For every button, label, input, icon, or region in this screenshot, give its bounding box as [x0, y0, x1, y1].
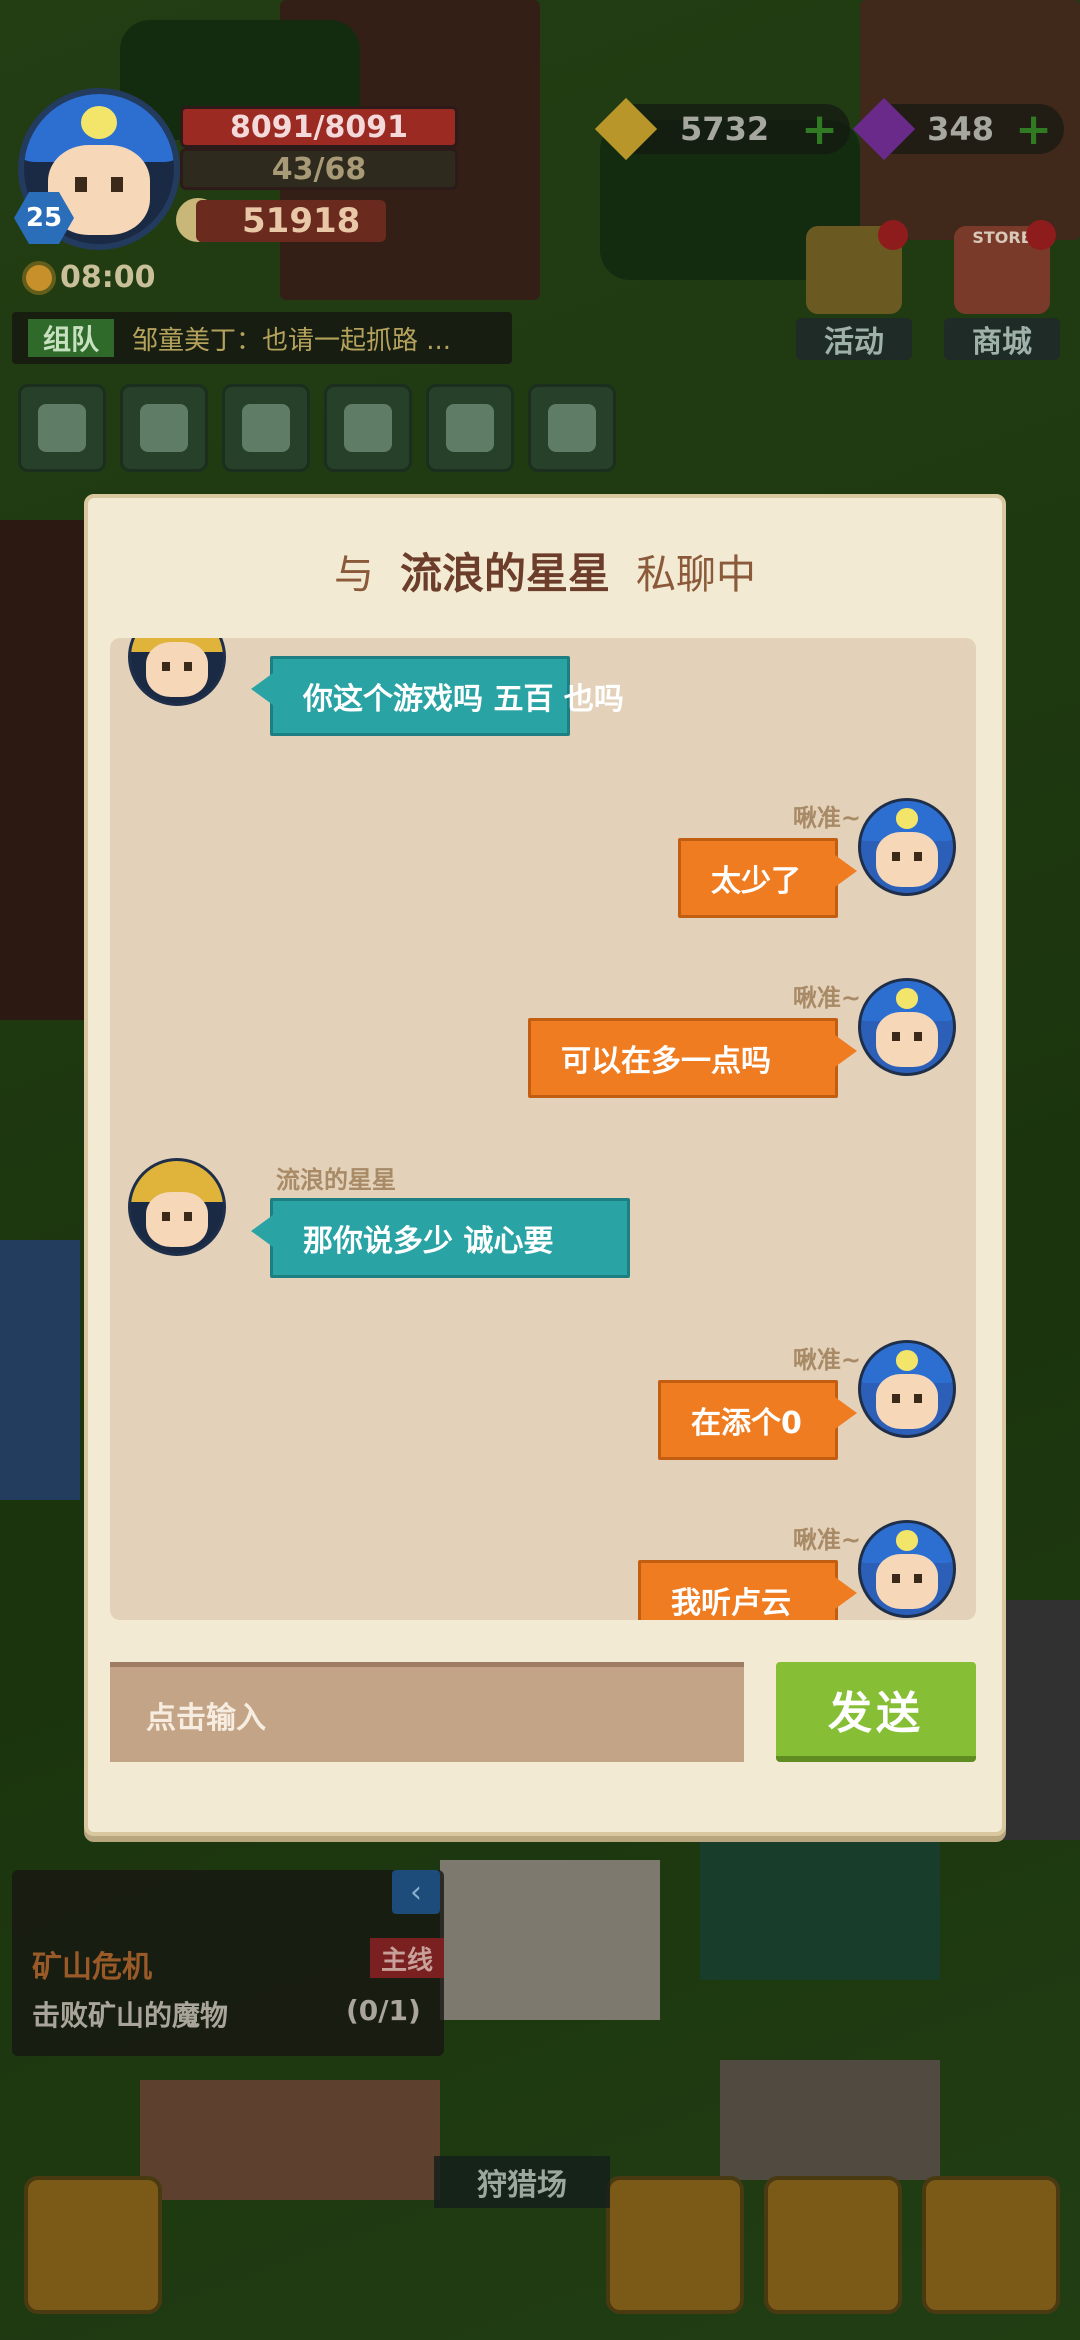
notification-dot — [878, 220, 908, 250]
chat-input[interactable]: 点击输入 — [110, 1662, 744, 1762]
map-button[interactable] — [426, 384, 514, 472]
events-button[interactable]: 活动 — [796, 220, 912, 360]
chat-button[interactable] — [324, 384, 412, 472]
quick-action-bar — [18, 384, 616, 472]
notification-dot — [1026, 220, 1056, 250]
partner-avatar[interactable] — [128, 1158, 226, 1256]
team-message: 邹童美丁：也请一起抓路 ... — [132, 325, 452, 356]
my-avatar[interactable] — [858, 798, 956, 896]
gem-amount: 348 — [927, 110, 994, 148]
add-gold-icon[interactable]: + — [801, 104, 838, 155]
chat-message-list[interactable]: 你这个游戏吗 五百 也吗 啾准~ 太少了 啾准~ 可以在多一点吗 流浪的星星 那… — [110, 638, 976, 1620]
quest-description: 击败矿山的魔物 — [32, 1999, 229, 2032]
partner-avatar[interactable] — [128, 638, 226, 706]
message-bubble: 我听卢云 — [638, 1560, 857, 1620]
gold-currency[interactable]: 5732 + — [594, 97, 850, 161]
private-chat-dialog: 与流浪的星星 私聊中 你这个游戏吗 五百 也吗 啾准~ 太少了 啾准~ 可以在多一… — [84, 494, 1006, 1836]
sun-icon — [26, 264, 52, 291]
partner-name: 流浪的星星 — [399, 549, 610, 598]
coin-counter: 51918 — [196, 200, 386, 242]
sender-name: 流浪的星星 — [276, 1166, 396, 1194]
message-bubble: 可以在多一点吗 — [528, 1018, 857, 1098]
clipboard-button[interactable] — [528, 384, 616, 472]
add-gem-icon[interactable]: + — [1015, 104, 1052, 155]
backpack-button[interactable] — [922, 2176, 1060, 2314]
team-tag: 组队 — [28, 319, 114, 357]
sender-name: 啾准~ — [792, 984, 861, 1012]
expand-icon — [38, 404, 86, 452]
my-avatar[interactable] — [858, 1520, 956, 1618]
clipboard-icon — [548, 404, 596, 452]
store-label: 商城 — [944, 318, 1060, 360]
build-button[interactable] — [24, 2176, 162, 2314]
map-icon — [446, 404, 494, 452]
my-avatar[interactable] — [858, 978, 956, 1076]
message-bubble: 太少了 — [678, 838, 857, 918]
my-avatar[interactable] — [858, 1340, 956, 1438]
quest-progress: (0/1) — [346, 1994, 421, 2027]
gem-currency[interactable]: 348 + — [852, 97, 1064, 161]
send-button[interactable]: 发送 — [776, 1662, 976, 1762]
store-button[interactable]: STORE 商城 — [944, 220, 1060, 360]
mail-icon — [140, 404, 188, 452]
events-label: 活动 — [796, 318, 912, 360]
quest-panel[interactable]: ‹ 矿山危机 主线 击败矿山的魔物 (0/1) — [12, 1870, 444, 2056]
chat-title: 与流浪的星星 私聊中 — [88, 540, 1002, 601]
energy-bar: 43/68 — [180, 148, 458, 190]
message-bubble: 在添个0 — [658, 1380, 857, 1460]
sender-name: 啾准~ — [792, 804, 861, 832]
companion-button[interactable] — [764, 2176, 902, 2314]
mail-button[interactable] — [120, 384, 208, 472]
sender-name: 啾准~ — [792, 1346, 861, 1374]
fullscreen-button[interactable] — [18, 384, 106, 472]
quest-type-tag: 主线 — [370, 1938, 444, 1978]
title-suffix: 私聊中 — [636, 552, 756, 598]
hunting-ground-label[interactable]: 狩猎场 — [434, 2156, 610, 2208]
bottom-action-bar — [0, 2120, 1080, 2340]
hp-bar: 8091/8091 — [180, 106, 458, 148]
chat-bubble-icon — [344, 404, 392, 452]
friends-icon — [242, 404, 290, 452]
clock-time: 08:00 — [60, 260, 156, 295]
game-clock: 08:00 — [26, 260, 156, 295]
gold-amount: 5732 — [680, 110, 770, 148]
message-bubble: 你这个游戏吗 五百 也吗 — [251, 656, 624, 736]
sender-name: 啾准~ — [792, 1526, 861, 1554]
collapse-chevron-icon[interactable]: ‹ — [392, 1870, 440, 1914]
pet-button[interactable] — [606, 2176, 744, 2314]
friends-button[interactable] — [222, 384, 310, 472]
message-bubble: 那你说多少 诚心要 — [251, 1198, 630, 1278]
quest-title: 矿山危机 — [32, 1950, 152, 1985]
team-chat-ticker[interactable]: 组队 邹童美丁：也请一起抓路 ... — [12, 312, 512, 364]
title-prefix: 与 — [333, 552, 374, 598]
